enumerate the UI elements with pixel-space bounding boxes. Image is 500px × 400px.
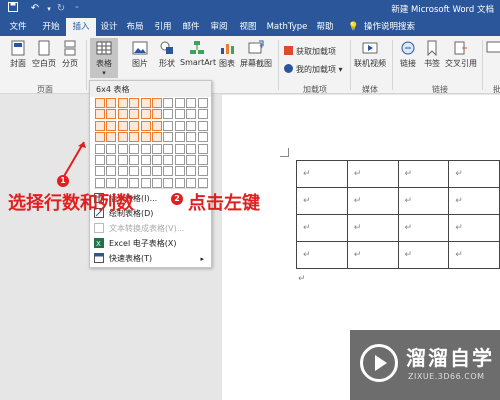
watermark-url: ZIXUE.3D66.COM (408, 372, 485, 381)
play-logo-icon (360, 344, 398, 382)
watermark: 溜溜自学 ZIXUE.3D66.COM (350, 330, 500, 400)
watermark-title: 溜溜自学 (406, 346, 494, 370)
step-2-text: 点击左键 (188, 193, 260, 214)
step-2-badge: 2 (171, 193, 183, 205)
step-1-badge: 1 (57, 175, 69, 187)
step-1-text: 选择行数和列数 (8, 193, 134, 214)
